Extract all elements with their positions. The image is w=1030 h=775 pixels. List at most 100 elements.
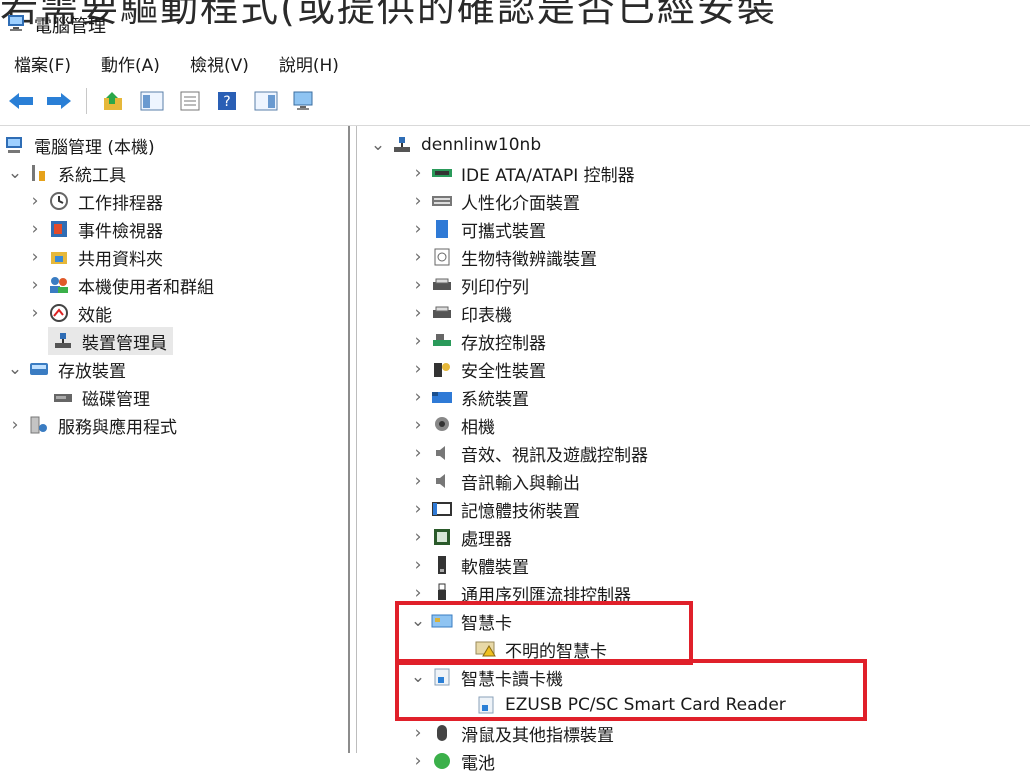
device-category[interactable]: › 可攜式裝置 <box>409 215 546 243</box>
device-category[interactable]: › 音訊輸入與輸出 <box>409 467 580 495</box>
toolbar-separator <box>86 88 87 114</box>
device-category[interactable]: › 系統裝置 <box>409 383 529 411</box>
device-label: 系統裝置 <box>461 389 529 410</box>
up-folder-button[interactable] <box>99 87 129 115</box>
device-label: 安全性裝置 <box>461 361 546 382</box>
tree-label: 電腦管理 (本機) <box>34 137 155 158</box>
device-category[interactable]: › 人性化介面裝置 <box>409 187 580 215</box>
chevron-right-icon[interactable]: › <box>409 359 427 379</box>
scan-hardware-button[interactable] <box>289 87 319 115</box>
chevron-down-icon[interactable]: ⌄ <box>6 359 24 379</box>
tree-node-shared-folders[interactable]: › 共用資料夾 <box>26 243 163 271</box>
device-category[interactable]: › 印表機 <box>409 299 512 327</box>
help-icon: ? <box>218 92 236 110</box>
help-button[interactable]: ? <box>213 87 243 115</box>
chevron-right-icon[interactable]: › <box>409 415 427 435</box>
menu-bar: 檔案(F) 動作(A) 檢視(V) 說明(H) <box>0 48 1030 78</box>
menu-file[interactable]: 檔案(F) <box>14 51 71 76</box>
device-category[interactable]: › 生物特徵辨識裝置 <box>409 243 597 271</box>
menu-action[interactable]: 動作(A) <box>101 51 160 76</box>
chevron-right-icon[interactable]: › <box>26 191 44 211</box>
tree-node-performance[interactable]: › 效能 <box>26 299 112 327</box>
device-category[interactable]: › 處理器 <box>409 523 512 551</box>
back-button[interactable] <box>6 87 36 115</box>
chevron-right-icon[interactable]: › <box>409 583 427 603</box>
event-viewer-icon <box>48 218 70 240</box>
console-tree-pane[interactable]: 電腦管理 (本機) ⌄ 系統工具 › 工作排程器 › 事件檢視器 › 共用資料夾… <box>0 126 350 753</box>
chevron-right-icon[interactable]: › <box>26 219 44 239</box>
properties-button[interactable] <box>175 87 205 115</box>
chevron-right-icon[interactable]: › <box>409 331 427 351</box>
device-category[interactable]: › 存放控制器 <box>409 327 546 355</box>
chevron-right-icon[interactable]: › <box>409 555 427 575</box>
properties-icon <box>180 91 200 111</box>
device-tree-root[interactable]: ⌄ dennlinw10nb <box>369 131 541 159</box>
device-category[interactable]: › 電池 <box>409 747 495 775</box>
device-category[interactable]: › 軟體裝置 <box>409 551 529 579</box>
tree-node-local-users-groups[interactable]: › 本機使用者和群組 <box>26 271 214 299</box>
device-category[interactable]: › 安全性裝置 <box>409 355 546 383</box>
device-manager-icon <box>52 330 74 352</box>
tree-node-storage[interactable]: ⌄ 存放裝置 <box>6 355 126 383</box>
printer-icon <box>431 302 453 324</box>
storage-icon <box>28 358 50 380</box>
device-category[interactable]: › IDE ATA/ATAPI 控制器 <box>409 159 635 187</box>
forward-button[interactable] <box>44 87 74 115</box>
chevron-right-icon[interactable]: › <box>409 443 427 463</box>
chevron-right-icon[interactable]: › <box>409 527 427 547</box>
tree-node-device-manager[interactable]: 裝置管理員 <box>48 327 173 355</box>
tree-node-task-scheduler[interactable]: › 工作排程器 <box>26 187 163 215</box>
show-hide-tree-button[interactable] <box>137 87 167 115</box>
chevron-right-icon[interactable]: › <box>409 387 427 407</box>
device-category[interactable]: › 相機 <box>409 411 495 439</box>
tree-node-services-applications[interactable]: › 服務與應用程式 <box>6 411 177 439</box>
chevron-right-icon[interactable]: › <box>409 163 427 183</box>
chevron-right-icon[interactable]: › <box>409 499 427 519</box>
device-label: 生物特徵辨識裝置 <box>461 249 597 270</box>
device-category[interactable]: › 音效、視訊及遊戲控制器 <box>409 439 648 467</box>
chevron-right-icon[interactable]: › <box>409 191 427 211</box>
menu-help[interactable]: 說明(H) <box>279 51 339 76</box>
tree-node-disk-management[interactable]: 磁碟管理 <box>48 383 150 411</box>
device-category[interactable]: › 記憶體技術裝置 <box>409 495 580 523</box>
storage-controller-icon <box>431 330 453 352</box>
tree-label: 系統工具 <box>58 165 126 186</box>
action-pane-icon <box>254 91 278 111</box>
chevron-right-icon[interactable]: › <box>409 471 427 491</box>
console-tree-icon <box>140 91 164 111</box>
processor-icon <box>431 526 453 548</box>
audio-io-icon <box>431 470 453 492</box>
chevron-right-icon[interactable]: › <box>6 415 24 435</box>
chevron-right-icon[interactable]: › <box>409 219 427 239</box>
computer-management-icon <box>6 13 28 37</box>
shared-folder-icon <box>48 246 70 268</box>
tree-node-system-tools[interactable]: ⌄ 系統工具 <box>6 159 126 187</box>
action-pane-button[interactable] <box>251 87 281 115</box>
chevron-down-icon[interactable]: ⌄ <box>369 135 387 155</box>
chevron-down-icon[interactable]: ⌄ <box>6 163 24 183</box>
up-folder-icon <box>104 92 122 110</box>
chevron-right-icon[interactable]: › <box>26 275 44 295</box>
fingerprint-icon <box>431 246 453 268</box>
chevron-right-icon[interactable]: › <box>409 303 427 323</box>
device-tree-pane[interactable]: ⌄ dennlinw10nb › IDE ATA/ATAPI 控制器 › 人性化… <box>356 126 1030 774</box>
root-label: dennlinw10nb <box>421 135 542 155</box>
device-category[interactable]: › 滑鼠及其他指標裝置 <box>409 719 614 747</box>
chevron-right-icon[interactable]: › <box>26 303 44 323</box>
portable-device-icon <box>431 218 453 240</box>
tree-node-event-viewer[interactable]: › 事件檢視器 <box>26 215 163 243</box>
system-device-icon <box>431 386 453 408</box>
menu-view[interactable]: 檢視(V) <box>190 51 249 76</box>
disk-management-icon <box>52 386 74 408</box>
tree-node-computer-management[interactable]: 電腦管理 (本機) <box>4 131 155 159</box>
chevron-right-icon[interactable]: › <box>409 723 427 743</box>
device-label: 滑鼠及其他指標裝置 <box>461 725 614 746</box>
chevron-right-icon[interactable]: › <box>409 275 427 295</box>
chevron-right-icon[interactable]: › <box>409 751 427 771</box>
forward-arrow-icon <box>47 93 71 109</box>
device-category[interactable]: › 列印佇列 <box>409 271 529 299</box>
chevron-right-icon[interactable]: › <box>26 247 44 267</box>
device-label: 相機 <box>461 417 495 438</box>
device-label: 存放控制器 <box>461 333 546 354</box>
chevron-right-icon[interactable]: › <box>409 247 427 267</box>
